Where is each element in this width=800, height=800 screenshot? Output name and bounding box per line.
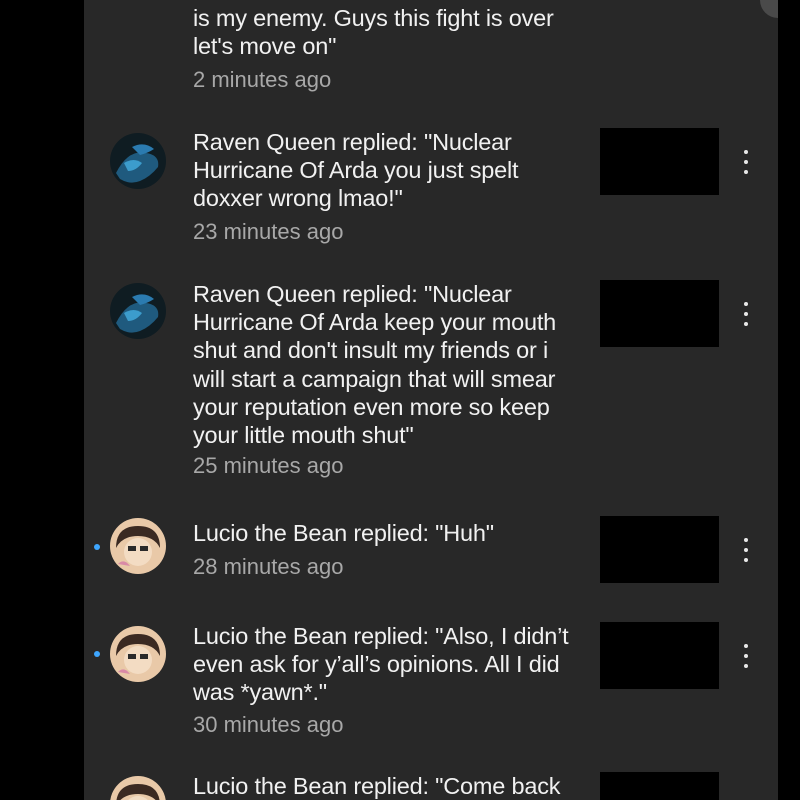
video-thumbnail[interactable]	[600, 622, 719, 689]
notification-text-line: was *yawn*."	[193, 679, 327, 706]
lucio-the-bean-avatar[interactable]	[110, 518, 166, 574]
notification-time: 25 minutes ago	[193, 453, 344, 478]
notification-text-line: Hurricane Of Arda keep your mouth	[193, 309, 557, 336]
raven-queen-avatar[interactable]	[110, 133, 166, 189]
more-vert-icon[interactable]	[734, 300, 758, 328]
notification-time: 2 minutes ago	[193, 67, 332, 92]
notification-text-line: Raven Queen replied: "Nuclear	[193, 129, 512, 155]
notification-text: is my enemy. Guys this fight is over let…	[193, 4, 593, 60]
notification-text-line: shut and don't insult my friends or i	[193, 337, 548, 364]
notification-text-line: will start a campaign that will smear	[193, 365, 556, 392]
notification-text-line: is my enemy. Guys this fight is over	[193, 5, 554, 31]
notification-text: Lucio the Bean replied: "Also, I didn’t …	[193, 622, 593, 707]
raven-queen-avatar[interactable]	[110, 283, 166, 339]
notification-text-line: Hurricane Of Arda you just spelt	[193, 157, 519, 184]
notification-text-line: doxxer wrong lmao!"	[193, 185, 403, 212]
more-vert-icon[interactable]	[734, 642, 758, 670]
notification-time: 30 minutes ago	[193, 712, 344, 737]
unread-indicator	[94, 651, 100, 657]
notification-text: Raven Queen replied: "Nuclear Hurricane …	[193, 280, 593, 449]
scroll-indicator	[760, 0, 778, 18]
video-thumbnail[interactable]	[600, 516, 719, 583]
notification-text-line: Lucio the Bean replied: "Come back	[193, 773, 561, 799]
video-thumbnail[interactable]	[600, 128, 719, 195]
more-vert-icon[interactable]	[734, 536, 758, 564]
notification-text-line: your little mouth shut"	[193, 422, 414, 449]
notification-text: Raven Queen replied: "Nuclear Hurricane …	[193, 128, 593, 213]
lucio-the-bean-avatar[interactable]	[110, 776, 166, 800]
notification-time: 28 minutes ago	[193, 554, 344, 579]
video-thumbnail[interactable]	[600, 772, 719, 800]
notification-text: Lucio the Bean replied: "Huh"	[193, 519, 593, 547]
unread-indicator	[94, 544, 100, 550]
notifications-screen: is my enemy. Guys this fight is over let…	[84, 0, 778, 800]
video-thumbnail[interactable]	[600, 280, 719, 347]
notification-text-line: Raven Queen replied: "Nuclear	[193, 281, 512, 307]
notification-text-line: Lucio the Bean replied: "Huh"	[193, 520, 494, 546]
more-vert-icon[interactable]	[734, 148, 758, 176]
notification-text-line: let's move on"	[193, 33, 337, 60]
notification-time: 23 minutes ago	[193, 219, 344, 244]
notification-text-line: even ask for y’all’s opinions. All I did	[193, 651, 560, 678]
lucio-the-bean-avatar[interactable]	[110, 626, 166, 682]
notification-text-line: your reputation even more so keep	[193, 393, 550, 420]
notification-text: Lucio the Bean replied: "Come back	[193, 772, 593, 800]
notification-text-line: Lucio the Bean replied: "Also, I didn’t	[193, 623, 569, 649]
